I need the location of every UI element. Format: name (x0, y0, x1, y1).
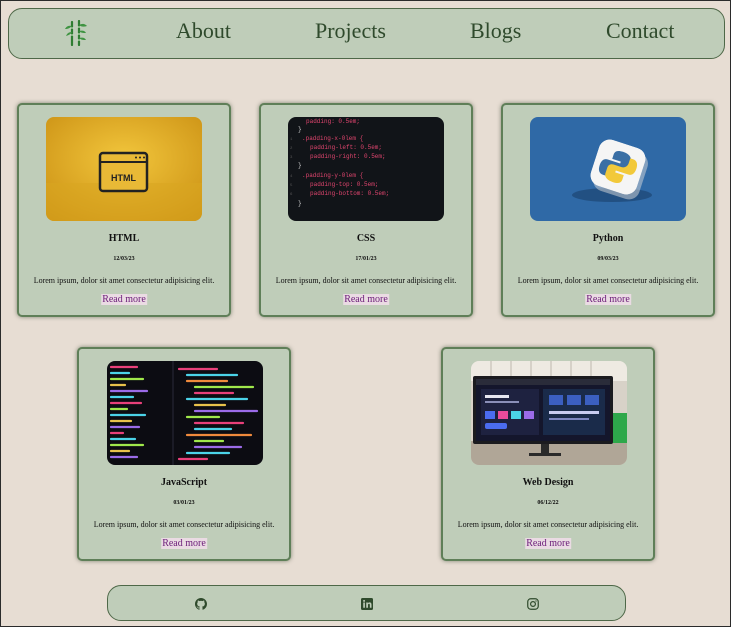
card-image (107, 361, 263, 465)
project-card-web-design: Web Design 06/12/22 Lorem ipsum, dolor s… (441, 347, 655, 561)
svg-text:padding-bottom: 0.5em;: padding-bottom: 0.5em; (310, 190, 389, 197)
read-more-link[interactable]: Read more (101, 294, 147, 305)
bamboo-icon[interactable] (65, 19, 87, 47)
github-icon[interactable] (195, 597, 207, 610)
card-image: padding: 0.5em; } .padding-x-0lem { padd… (288, 117, 444, 221)
nav-link-about[interactable]: About (176, 18, 231, 44)
card-image: HTML (46, 117, 202, 221)
nav-link-contact[interactable]: Contact (606, 18, 674, 44)
navbar: About Projects Blogs Contact (8, 8, 725, 59)
linkedin-icon[interactable] (361, 597, 373, 610)
svg-text:}: } (298, 126, 302, 133)
svg-text:padding-top: 0.5em;: padding-top: 0.5em; (310, 181, 378, 188)
instagram-icon[interactable] (527, 597, 539, 610)
read-more-link[interactable]: Read more (343, 294, 389, 305)
card-title: JavaScript (160, 477, 208, 488)
card-description: Lorem ipsum, dolor sit amet consectetur … (517, 276, 699, 285)
svg-text:padding-left: 0.5em;: padding-left: 0.5em; (310, 144, 382, 151)
card-date: 17/01/23 (355, 256, 377, 262)
svg-text:padding-right: 0.5em;: padding-right: 0.5em; (310, 153, 386, 160)
project-card-python: Python 09/03/23 Lorem ipsum, dolor sit a… (501, 103, 715, 317)
svg-text:.padding-y-0lem {: .padding-y-0lem { (302, 172, 364, 179)
project-card-html: HTML HTML 12/03/23 Lorem ipsum, dolor si… (17, 103, 231, 317)
svg-text:}: } (298, 162, 302, 169)
card-description: Lorem ipsum, dolor sit amet consectetur … (93, 520, 275, 529)
read-more-link[interactable]: Read more (585, 294, 631, 305)
card-image (471, 361, 627, 465)
svg-text:}: } (298, 200, 302, 207)
card-date: 12/03/23 (113, 256, 135, 262)
card-title: Web Design (522, 477, 574, 488)
read-more-link[interactable]: Read more (161, 538, 207, 549)
card-description: Lorem ipsum, dolor sit amet consectetur … (457, 520, 639, 529)
project-card-css: padding: 0.5em; } .padding-x-0lem { padd… (259, 103, 473, 317)
nav-link-projects[interactable]: Projects (315, 18, 386, 44)
nav-link-blogs[interactable]: Blogs (470, 18, 521, 44)
project-card-javascript: JavaScript 03/01/23 Lorem ipsum, dolor s… (77, 347, 291, 561)
svg-text:.padding-x-0lem {: .padding-x-0lem { (302, 135, 364, 142)
card-title: HTML (108, 233, 140, 244)
card-description: Lorem ipsum, dolor sit amet consectetur … (275, 276, 457, 285)
card-date: 03/01/23 (173, 500, 195, 506)
card-description: Lorem ipsum, dolor sit amet consectetur … (33, 276, 215, 285)
svg-text:HTML: HTML (111, 173, 136, 183)
footer (107, 585, 626, 621)
card-date: 06/12/22 (537, 500, 559, 506)
read-more-link[interactable]: Read more (525, 538, 571, 549)
card-title: CSS (356, 233, 376, 244)
svg-text:padding: 0.5em;: padding: 0.5em; (306, 118, 360, 125)
card-date: 09/03/23 (597, 256, 619, 262)
card-image (530, 117, 686, 221)
card-title: Python (592, 233, 624, 244)
